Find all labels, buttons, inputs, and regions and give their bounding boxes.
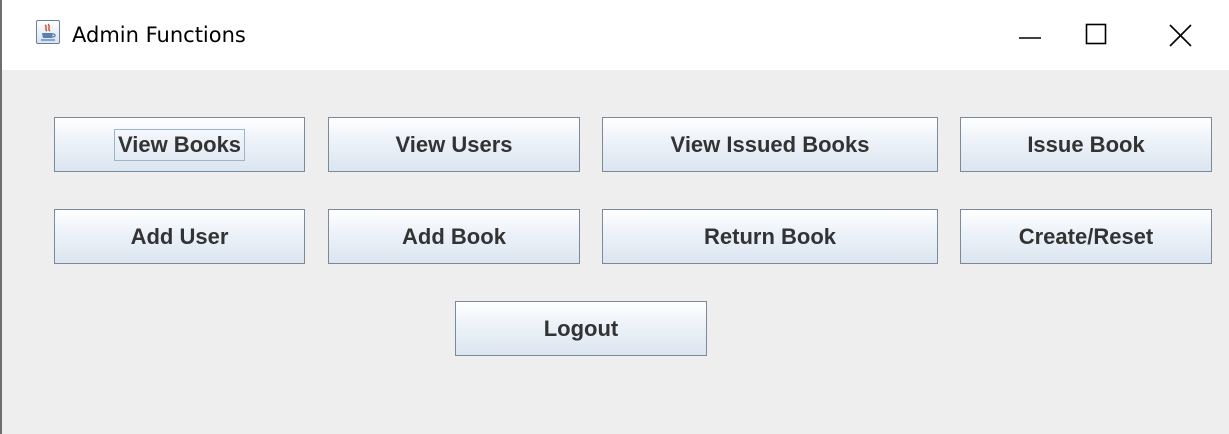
maximize-icon [1085,23,1107,45]
add-user-button[interactable]: Add User [54,209,305,264]
view-issued-books-button[interactable]: View Issued Books [602,117,938,172]
create-reset-button[interactable]: Create/Reset [960,209,1212,264]
return-book-button[interactable]: Return Book [602,209,938,264]
issue-book-button[interactable]: Issue Book [960,117,1212,172]
admin-functions-window: Admin Functions View Books View Users Vi… [0,0,1229,434]
minimize-button[interactable] [1008,8,1054,58]
logout-label: Logout [543,315,619,341]
minimize-icon [1019,37,1041,39]
close-button[interactable] [1166,8,1212,58]
view-books-button[interactable]: View Books [54,117,305,172]
title-bar[interactable]: Admin Functions [2,0,1229,70]
view-books-label: View Books [113,128,246,161]
return-book-label: Return Book [704,223,836,249]
add-user-label: Add User [130,223,229,249]
add-book-button[interactable]: Add Book [328,209,580,264]
create-reset-label: Create/Reset [1018,223,1154,249]
view-issued-books-label: View Issued Books [670,131,870,157]
add-book-label: Add Book [402,223,506,249]
view-users-button[interactable]: View Users [328,117,580,172]
close-icon [1169,24,1192,47]
admin-button-panel: View Books View Users View Issued Books … [2,70,1229,434]
logout-button[interactable]: Logout [455,301,707,356]
maximize-button[interactable] [1076,8,1122,58]
view-users-label: View Users [395,131,513,157]
java-icon [36,20,60,44]
issue-book-label: Issue Book [1027,131,1145,157]
window-title: Admin Functions [72,23,246,47]
